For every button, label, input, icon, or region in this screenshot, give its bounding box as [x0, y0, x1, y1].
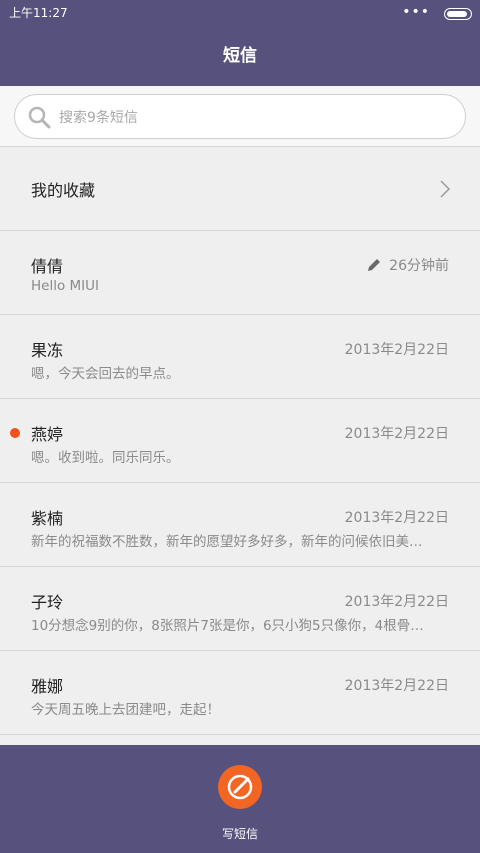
- draft-indicator: 26分钟前: [366, 255, 449, 275]
- battery-icon: [444, 8, 472, 20]
- message-preview: Hello MIUI: [31, 278, 100, 294]
- contact-name: 紫楠: [31, 509, 64, 528]
- message-preview: 嗯。收到啦。同乐同乐。: [31, 450, 180, 466]
- compose-label[interactable]: 写短信: [0, 825, 480, 842]
- conversation-list: 我的收藏 倩倩 Hello MIUI 26分钟前 果冻 嗯，今天会回去的早点。 …: [0, 147, 480, 735]
- contact-name: 倩倩: [31, 257, 64, 276]
- message-preview: 10分想念9别的你，8张照片7张是你，6只小狗5只像你，4根骨…: [31, 618, 424, 634]
- message-date: 2013年2月22日: [344, 342, 449, 358]
- message-preview: 今天周五晚上去团建吧，走起！: [31, 702, 220, 718]
- search-input[interactable]: 搜索9条短信: [14, 94, 466, 139]
- signal-dots-icon: •••: [402, 4, 430, 20]
- status-bar: 上午11:27 •••: [0, 0, 480, 27]
- status-icons: •••: [402, 4, 472, 21]
- compose-icon: [227, 774, 253, 800]
- favorites-row[interactable]: 我的收藏: [0, 147, 480, 231]
- message-preview: 新年的祝福数不胜数，新年的愿望好多好多，新年的问候依旧美…: [31, 534, 423, 550]
- conversation-row[interactable]: 燕婷 嗯。收到啦。同乐同乐。 2013年2月22日: [0, 399, 480, 483]
- message-date: 2013年2月22日: [344, 594, 449, 610]
- compose-button[interactable]: [218, 765, 262, 809]
- conversation-row[interactable]: 紫楠 新年的祝福数不胜数，新年的愿望好多好多，新年的问候依旧美… 2013年2月…: [0, 483, 480, 567]
- message-date: 2013年2月22日: [344, 678, 449, 694]
- pencil-icon: [368, 259, 381, 271]
- message-time: 26分钟前: [389, 258, 449, 274]
- contact-name: 雅娜: [31, 677, 64, 696]
- search-placeholder: 搜索9条短信: [59, 109, 138, 126]
- conversation-row[interactable]: 果冻 嗯，今天会回去的早点。 2013年2月22日: [0, 315, 480, 399]
- status-time: 上午11:27: [9, 6, 68, 20]
- battery-fill: [447, 11, 467, 17]
- contact-name: 子玲: [31, 593, 64, 612]
- message-date: 2013年2月22日: [344, 426, 449, 442]
- favorites-label: 我的收藏: [31, 180, 96, 200]
- unread-dot-icon: [10, 428, 20, 438]
- page-title: 短信: [0, 27, 480, 86]
- conversation-row[interactable]: 子玲 10分想念9别的你，8张照片7张是你，6只小狗5只像你，4根骨… 2013…: [0, 567, 480, 651]
- search-area: 搜索9条短信: [0, 86, 480, 147]
- contact-name: 果冻: [31, 341, 64, 360]
- bottom-bar: 写短信: [0, 745, 480, 853]
- message-date: 2013年2月22日: [344, 510, 449, 526]
- search-icon: [28, 106, 51, 128]
- message-preview: 嗯，今天会回去的早点。: [31, 366, 180, 382]
- chevron-right-icon: [440, 180, 450, 198]
- conversation-row[interactable]: 雅娜 今天周五晚上去团建吧，走起！ 2013年2月22日: [0, 651, 480, 735]
- conversation-row[interactable]: 倩倩 Hello MIUI 26分钟前: [0, 231, 480, 315]
- contact-name: 燕婷: [31, 425, 64, 444]
